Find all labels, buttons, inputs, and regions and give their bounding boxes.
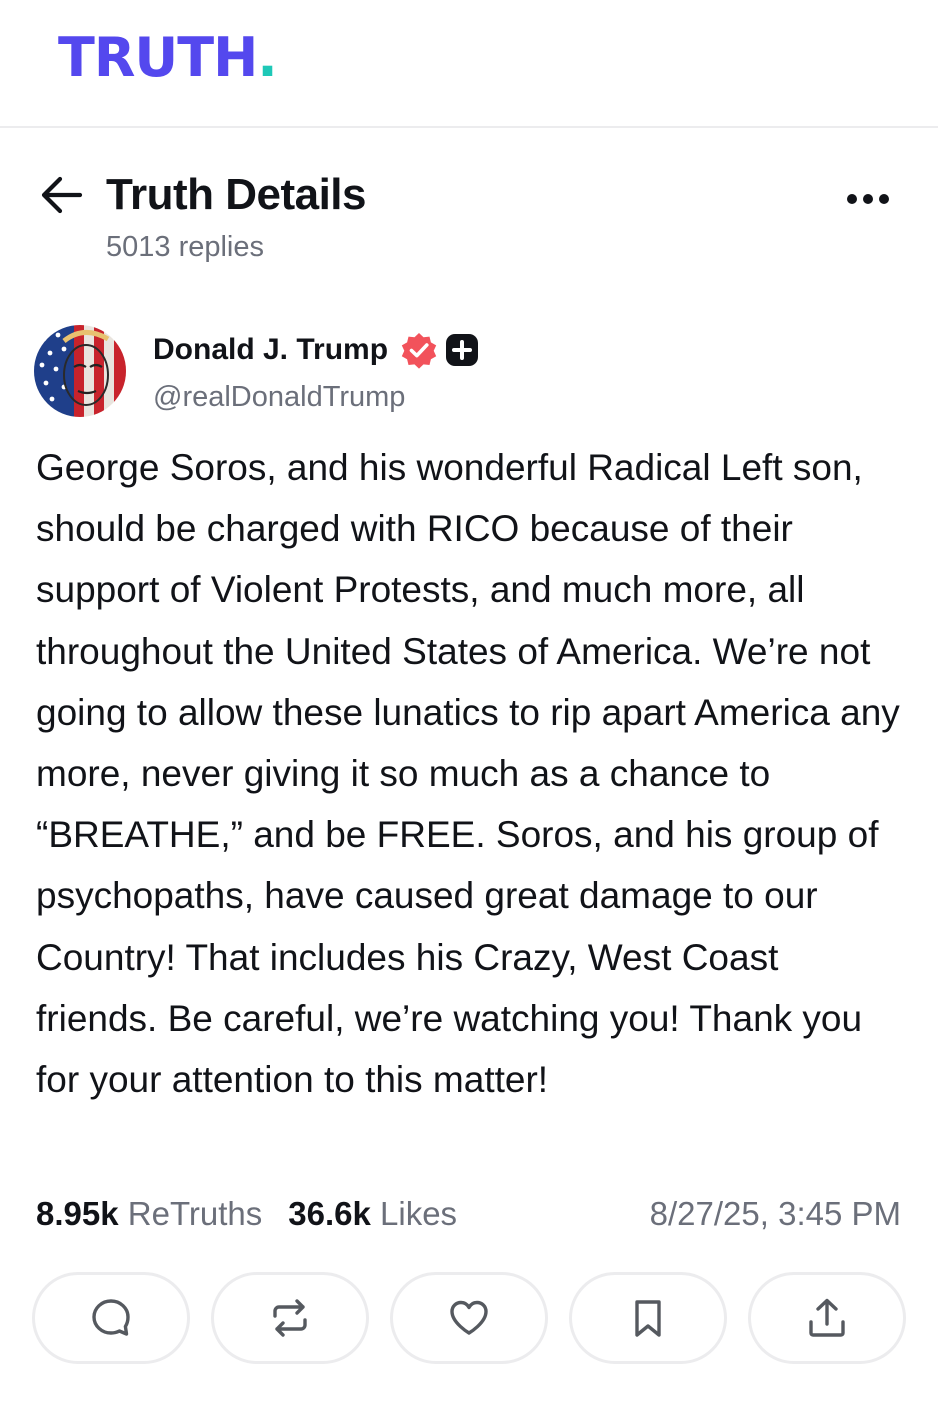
plus-badge-icon (446, 334, 478, 366)
more-horizontal-icon (847, 194, 889, 204)
avatar-image (34, 325, 126, 417)
share-button[interactable] (748, 1272, 906, 1364)
more-options-button[interactable] (840, 184, 896, 214)
top-bar: TRUTH. (0, 0, 938, 128)
author-name[interactable]: Donald J. Trump (153, 332, 388, 368)
back-button[interactable] (36, 172, 86, 218)
retruths-stat[interactable]: 8.95k ReTruths (36, 1195, 262, 1232)
repost-icon (273, 1299, 307, 1337)
arrow-left-icon (41, 176, 83, 214)
likes-stat[interactable]: 36.6k Likes (288, 1195, 457, 1232)
comment-icon (92, 1299, 130, 1336)
post-body: George Soros, and his wonderful Radical … (36, 447, 900, 1101)
retruths-label: ReTruths (127, 1195, 263, 1232)
logo-dot: . (257, 26, 277, 89)
like-button[interactable] (390, 1272, 548, 1364)
verified-badge-icon (401, 333, 437, 369)
heart-icon (450, 1300, 488, 1335)
truth-logo[interactable]: TRUTH. (58, 26, 278, 89)
bookmark-button[interactable] (569, 1272, 727, 1364)
retruth-button[interactable] (211, 1272, 369, 1364)
post-stats: 8.95k ReTruths 36.6k Likes (36, 1193, 457, 1235)
avatar[interactable] (34, 325, 126, 417)
likes-label: Likes (380, 1195, 458, 1232)
reply-count: 5013 replies (106, 231, 264, 263)
retruths-count: 8.95k (36, 1195, 119, 1232)
page-title: Truth Details (106, 170, 367, 219)
post-timestamp: 8/27/25, 3:45 PM (649, 1195, 901, 1232)
share-icon (809, 1298, 845, 1337)
logo-text: TRUTH (58, 26, 258, 89)
reply-button[interactable] (32, 1272, 190, 1364)
bookmark-icon (635, 1300, 661, 1337)
likes-count: 36.6k (288, 1195, 371, 1232)
author-handle[interactable]: @realDonaldTrump (153, 380, 405, 414)
